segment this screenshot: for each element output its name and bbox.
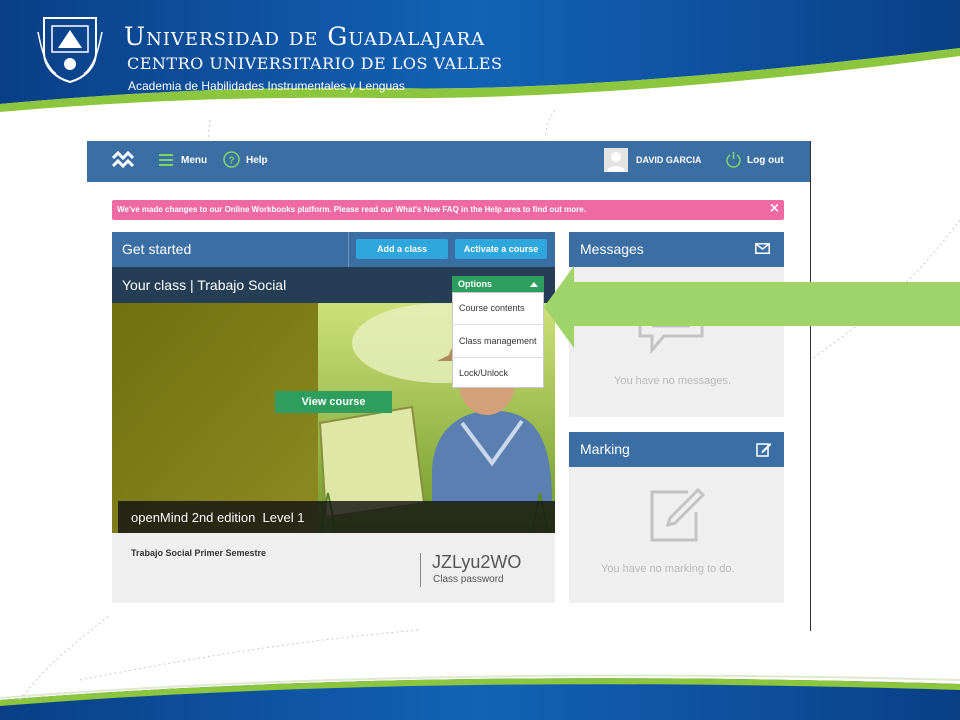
envelope-icon[interactable] (755, 243, 770, 254)
menu-divider (452, 357, 544, 358)
notice-banner-text: We've made changes to our Online Workboo… (117, 205, 586, 214)
banner-close-icon[interactable]: × (769, 201, 780, 216)
logout-button[interactable]: Log out (725, 151, 787, 169)
help-button[interactable]: ? Help (223, 151, 273, 169)
divider (348, 232, 349, 267)
activate-course-button[interactable]: Activate a course (455, 239, 547, 259)
logout-label: Log out (747, 155, 784, 166)
class-name: Trabajo Social Primer Semestre (131, 548, 267, 558)
menu-divider (452, 324, 544, 325)
options-button[interactable]: Options (452, 276, 544, 292)
messages-empty-text: You have no messages. (614, 375, 732, 387)
app-frame-border (810, 141, 811, 631)
menu-item-course-contents[interactable]: Course contents (459, 303, 525, 313)
menu-item-lock-unlock[interactable]: Lock/Unlock (459, 368, 508, 378)
menu-item-class-management[interactable]: Class management (459, 336, 537, 346)
marking-title: Marking (580, 441, 630, 457)
user-avatar[interactable] (604, 148, 628, 172)
help-label: Help (246, 155, 268, 166)
user-name[interactable]: DAVID GARCIA (636, 155, 701, 165)
get-started-title: Get started (122, 241, 192, 257)
hamburger-icon (159, 154, 173, 166)
options-label: Options (458, 279, 492, 289)
menu-label: Menu (181, 155, 208, 166)
messages-title: Messages (580, 241, 644, 257)
your-class-title: Your class | Trabajo Social (122, 277, 287, 293)
class-password: JZLyu2WO (432, 552, 522, 572)
marking-empty-text: You have no marking to do. (601, 563, 735, 575)
macmillan-logo-icon[interactable] (112, 151, 134, 169)
help-circle-icon: ? (223, 151, 240, 168)
svg-text:?: ? (228, 156, 234, 167)
power-icon (726, 152, 741, 168)
edit-note-icon[interactable] (756, 441, 772, 457)
view-course-button[interactable]: View course (275, 391, 392, 413)
highlight-arrow-annotation (544, 266, 960, 348)
course-name: openMind 2nd edition Level 1 (131, 510, 305, 525)
pencil-edit-icon (650, 487, 706, 542)
menu-button[interactable]: Menu (159, 153, 219, 169)
password-divider (420, 553, 421, 587)
class-password-label: Class password (433, 574, 504, 585)
add-class-button[interactable]: Add a class (356, 239, 448, 259)
caret-up-icon (530, 282, 538, 287)
